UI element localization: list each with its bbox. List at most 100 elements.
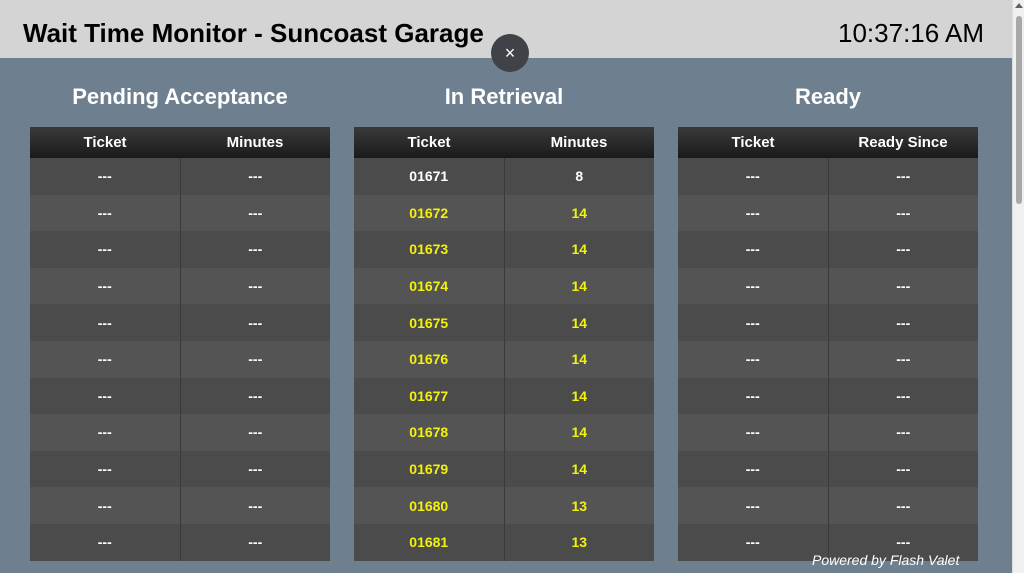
ticket-cell: --- bbox=[30, 267, 180, 305]
ticket-cell: --- bbox=[30, 158, 180, 195]
table-row: --- --- bbox=[30, 487, 330, 524]
time-cell: --- bbox=[827, 414, 978, 451]
time-cell: 14 bbox=[503, 414, 654, 451]
time-cell: --- bbox=[827, 304, 978, 341]
table-row: --- --- bbox=[30, 267, 330, 305]
ticket-cell: --- bbox=[30, 377, 180, 415]
table-row: --- --- bbox=[30, 450, 330, 488]
time-cell: 14 bbox=[503, 377, 654, 415]
time-cell: --- bbox=[827, 450, 978, 488]
table-row: 01672 14 bbox=[354, 194, 654, 232]
table-row: 01678 14 bbox=[354, 414, 654, 451]
column-header: Minutes bbox=[504, 127, 654, 158]
ticket-cell: --- bbox=[678, 414, 828, 451]
time-cell: --- bbox=[827, 267, 978, 305]
time-cell: --- bbox=[179, 487, 330, 524]
ticket-cell: --- bbox=[678, 231, 828, 268]
powered-by-label: Powered by Flash Valet bbox=[812, 552, 960, 568]
ticket-cell: --- bbox=[678, 450, 828, 488]
table-row: --- --- bbox=[678, 450, 978, 488]
table-row: 01673 14 bbox=[354, 231, 654, 268]
close-button[interactable]: × bbox=[491, 34, 529, 72]
ticket-cell: 01672 bbox=[354, 194, 504, 232]
table-row: --- --- bbox=[678, 414, 978, 451]
time-cell: 14 bbox=[503, 450, 654, 488]
table-row: --- --- bbox=[678, 377, 978, 415]
time-cell: 14 bbox=[503, 231, 654, 268]
time-cell: 14 bbox=[503, 267, 654, 305]
ticket-cell: --- bbox=[678, 158, 828, 195]
ticket-cell: --- bbox=[678, 487, 828, 524]
ticket-cell: 01680 bbox=[354, 487, 504, 524]
column-header: Ticket bbox=[354, 127, 504, 158]
ticket-cell: --- bbox=[30, 194, 180, 232]
table-row: --- --- bbox=[678, 304, 978, 341]
ticket-cell: 01676 bbox=[354, 340, 504, 378]
ticket-cell: 01679 bbox=[354, 450, 504, 488]
ready-table: Ticket Ready Since --- --- --- --- --- --- ---… bbox=[678, 127, 978, 561]
ticket-cell: --- bbox=[678, 194, 828, 232]
ticket-cell: 01671 bbox=[354, 158, 504, 195]
time-cell: --- bbox=[179, 194, 330, 232]
time-cell: --- bbox=[179, 267, 330, 305]
table-row: 01681 13 bbox=[354, 523, 654, 561]
time-cell: --- bbox=[827, 340, 978, 378]
table-row: 01675 14 bbox=[354, 304, 654, 341]
in-retrieval-table: Ticket Minutes 01671 8 01672 14 01673 14 01674… bbox=[354, 127, 654, 561]
table-row: --- --- bbox=[678, 158, 978, 195]
time-cell: --- bbox=[179, 523, 330, 561]
in-retrieval-panel: In Retrieval Ticket Minutes 01671 8 01672 1… bbox=[354, 84, 654, 561]
time-cell: --- bbox=[827, 158, 978, 195]
ticket-cell: --- bbox=[678, 304, 828, 341]
table-row: 01674 14 bbox=[354, 267, 654, 305]
table-row: 01671 8 bbox=[354, 158, 654, 195]
column-header: Ready Since bbox=[828, 127, 978, 158]
table-row: 01676 14 bbox=[354, 340, 654, 378]
pending-acceptance-table: Ticket Minutes --- --- --- --- --- --- --- --- -… bbox=[30, 127, 330, 561]
column-header: Ticket bbox=[678, 127, 828, 158]
ticket-cell: --- bbox=[30, 304, 180, 341]
ticket-cell: --- bbox=[678, 267, 828, 305]
table-row: --- --- bbox=[678, 487, 978, 524]
ticket-cell: --- bbox=[30, 340, 180, 378]
time-cell: --- bbox=[179, 158, 330, 195]
time-cell: --- bbox=[179, 304, 330, 341]
close-icon: × bbox=[504, 43, 516, 63]
time-cell: --- bbox=[827, 377, 978, 415]
panel-title: In Retrieval bbox=[444, 84, 564, 109]
table-row: --- --- bbox=[678, 267, 978, 305]
ticket-cell: --- bbox=[678, 523, 828, 561]
time-cell: --- bbox=[179, 414, 330, 451]
ticket-cell: 01674 bbox=[354, 267, 504, 305]
table-row: --- --- bbox=[30, 194, 330, 232]
ticket-cell: --- bbox=[30, 231, 180, 268]
ticket-cell: 01678 bbox=[354, 414, 504, 451]
ticket-cell: 01673 bbox=[354, 231, 504, 268]
table-row: --- --- bbox=[30, 231, 330, 268]
ticket-cell: --- bbox=[30, 450, 180, 488]
table-row: --- --- bbox=[30, 304, 330, 341]
column-header: Ticket bbox=[30, 127, 180, 158]
page-title: Wait Time Monitor - Suncoast Garage bbox=[23, 18, 484, 48]
time-cell: --- bbox=[179, 377, 330, 415]
column-header: Minutes bbox=[180, 127, 330, 158]
time-cell: --- bbox=[179, 340, 330, 378]
ticket-cell: --- bbox=[678, 377, 828, 415]
pending-acceptance-panel: Pending Acceptance Ticket Minutes --- ---… bbox=[30, 84, 330, 561]
scroll-up-arrow-icon[interactable] bbox=[1015, 3, 1023, 8]
time-cell: 8 bbox=[503, 158, 654, 195]
time-cell: 14 bbox=[503, 340, 654, 378]
ticket-cell: 01677 bbox=[354, 377, 504, 415]
table-row: --- --- bbox=[30, 414, 330, 451]
table-row: --- --- bbox=[678, 340, 978, 378]
scrollbar[interactable] bbox=[1012, 0, 1024, 573]
time-cell: --- bbox=[179, 231, 330, 268]
table-row: 01680 13 bbox=[354, 487, 654, 524]
time-cell: 13 bbox=[503, 523, 654, 561]
scroll-thumb[interactable] bbox=[1016, 16, 1022, 204]
ticket-cell: 01675 bbox=[354, 304, 504, 341]
clock: 10:37:16 AM bbox=[838, 18, 984, 48]
time-cell: 14 bbox=[503, 194, 654, 232]
table-row: --- --- bbox=[678, 194, 978, 232]
ticket-cell: --- bbox=[678, 340, 828, 378]
